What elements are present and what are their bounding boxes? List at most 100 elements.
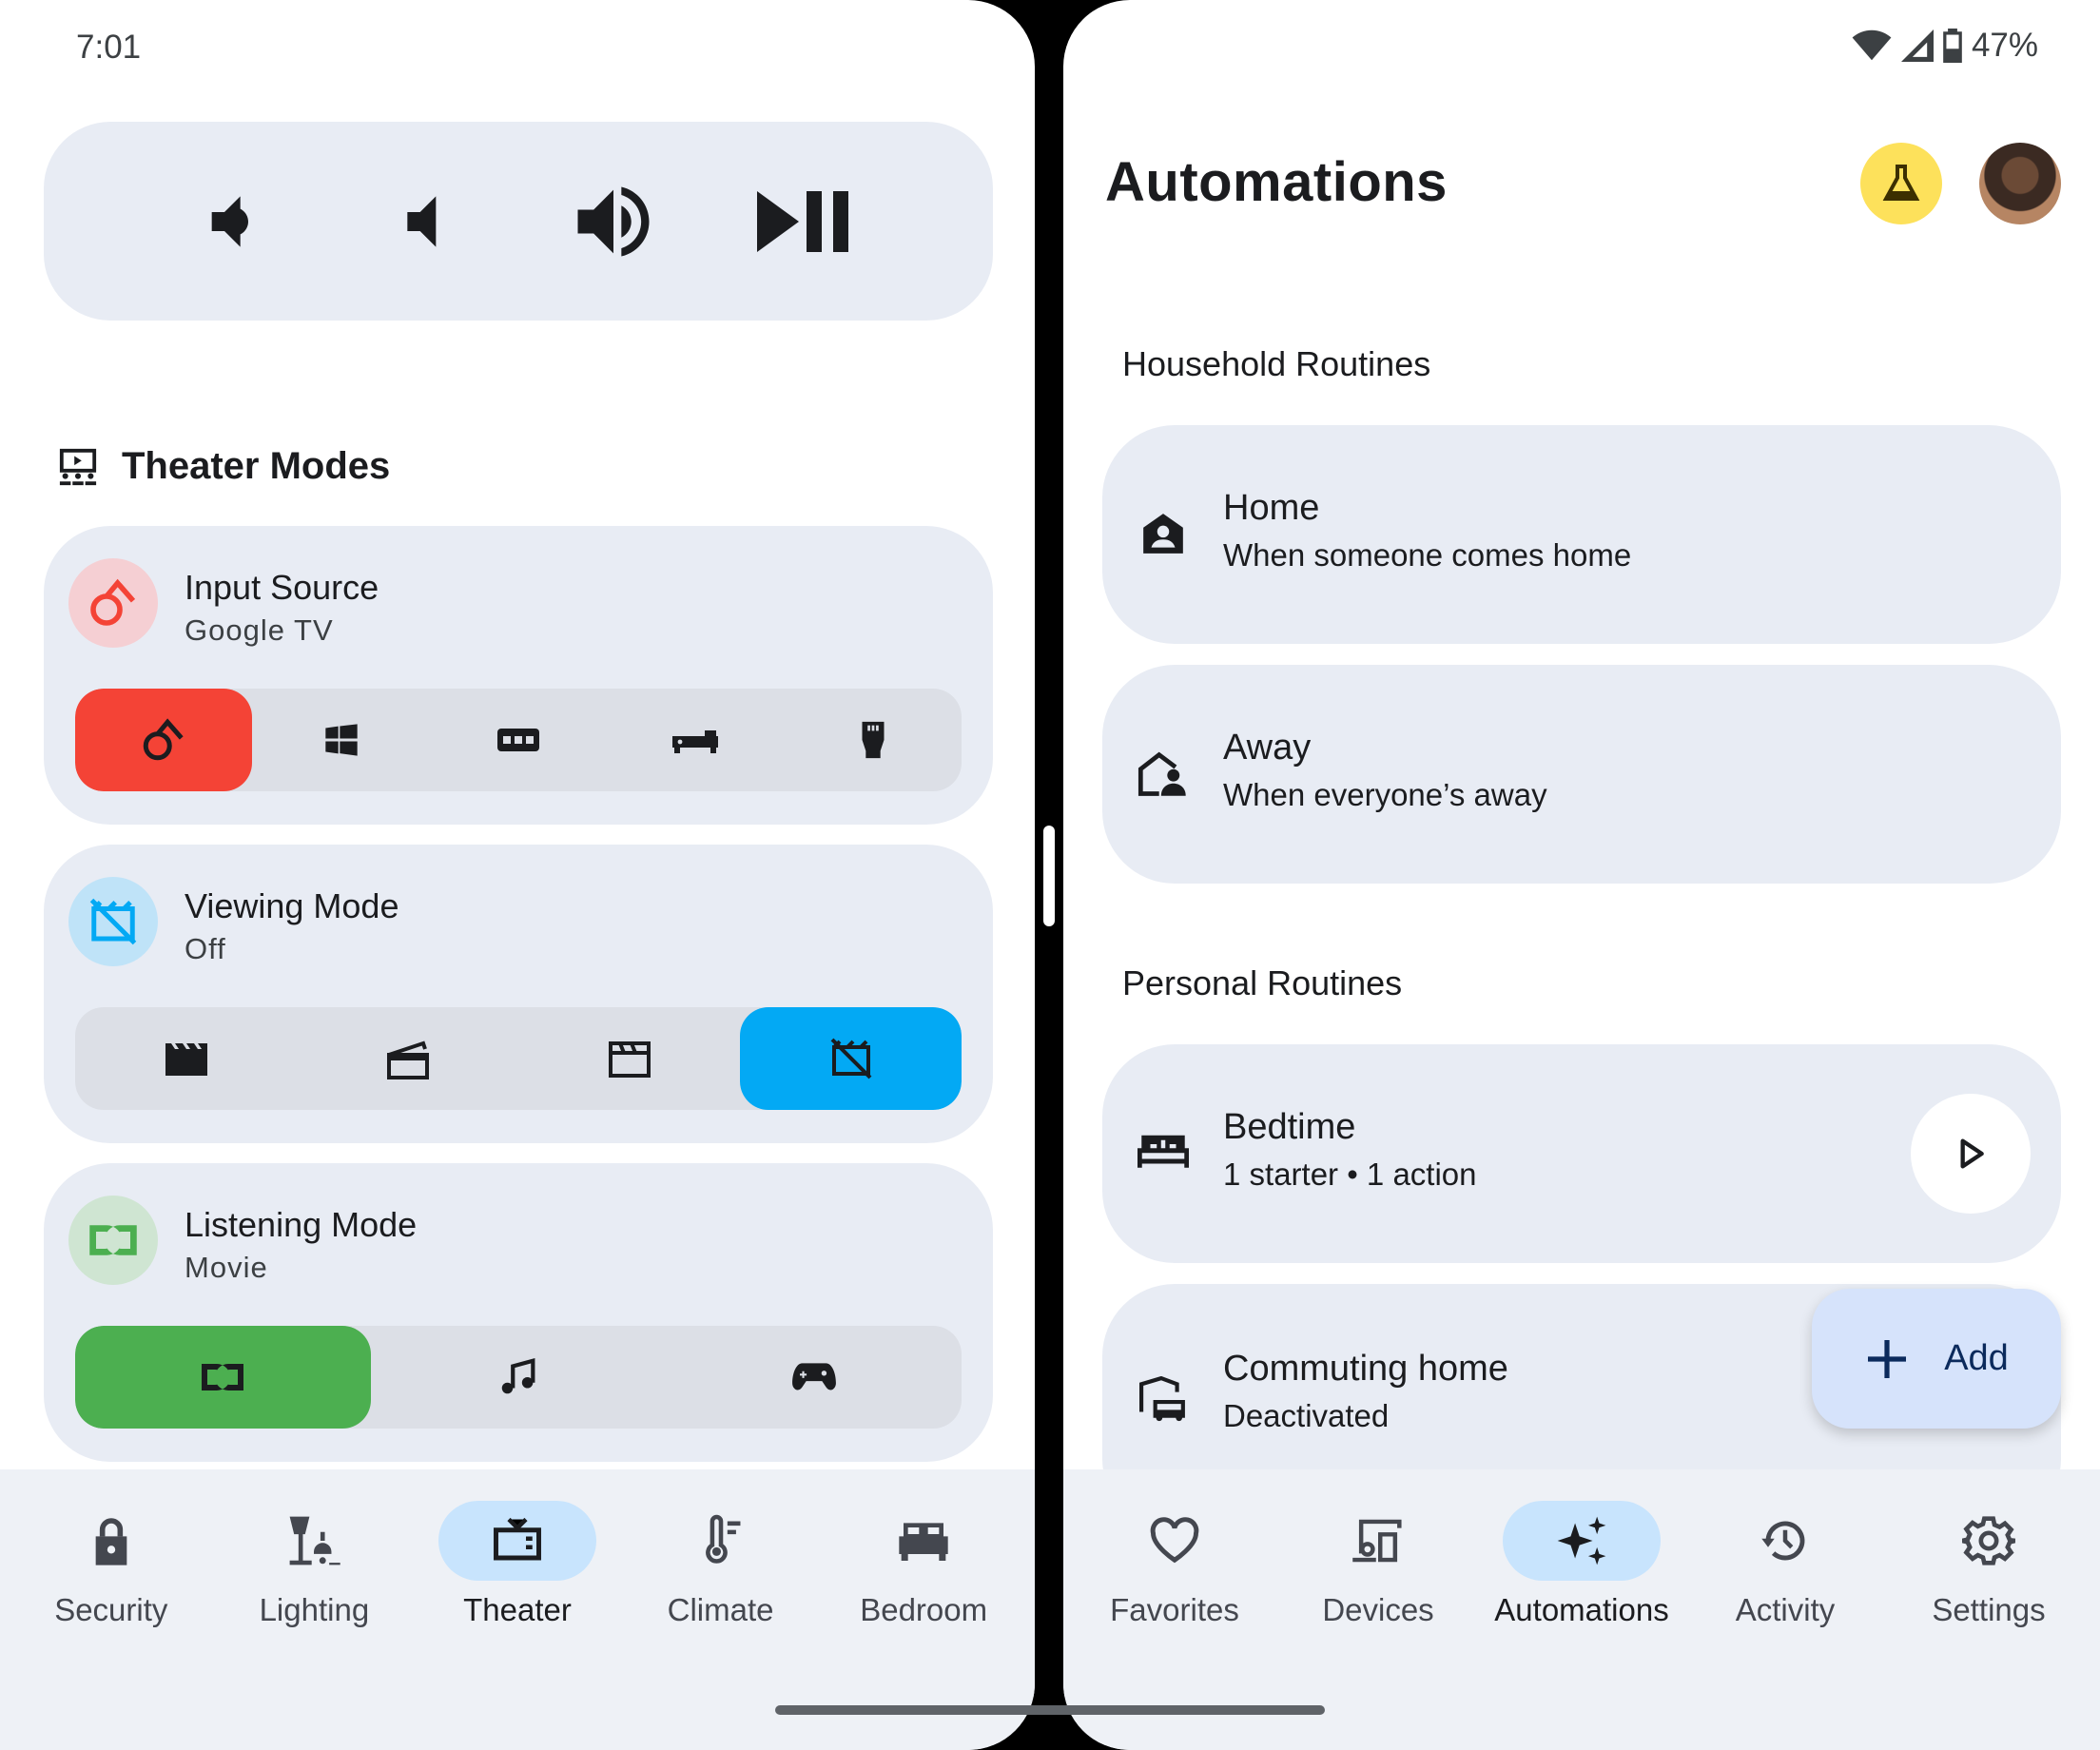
routine-subtitle: When everyone’s away xyxy=(1223,777,1547,812)
viewing-mode-selector xyxy=(75,1007,962,1110)
viewing-movie-option[interactable] xyxy=(75,1007,297,1110)
page-title: Automations xyxy=(1105,151,1448,213)
household-routines-title: Household Routines xyxy=(1122,344,1431,383)
nav-theater[interactable]: Theater xyxy=(422,1469,612,1660)
history-icon xyxy=(1761,1521,1805,1561)
nav-favorites[interactable]: Favorites xyxy=(1079,1469,1270,1660)
mute-button[interactable] xyxy=(371,169,476,274)
routine-title: Commuting home xyxy=(1223,1349,1508,1389)
nav-pill xyxy=(235,1501,393,1581)
lock-icon xyxy=(95,1518,127,1565)
hdmi-icon xyxy=(862,721,885,759)
run-routine-button[interactable] xyxy=(1911,1094,2031,1214)
devices-icon xyxy=(1352,1519,1402,1563)
listening-dolby-option[interactable] xyxy=(75,1326,371,1429)
music-note-icon xyxy=(501,1357,535,1394)
viewing-mode-icon-badge xyxy=(68,877,158,966)
listening-music-option[interactable] xyxy=(371,1326,667,1429)
add-routine-button[interactable]: Add xyxy=(1812,1289,2061,1429)
nav-pill xyxy=(642,1501,800,1581)
nav-devices[interactable]: Devices xyxy=(1283,1469,1473,1660)
nav-pill xyxy=(32,1501,190,1581)
nav-label: Devices xyxy=(1322,1592,1434,1627)
bed-icon xyxy=(899,1523,948,1561)
nav-label: Security xyxy=(54,1592,168,1627)
nav-label: Bedroom xyxy=(860,1592,988,1627)
viewing-movie-open-option[interactable] xyxy=(297,1007,518,1110)
nav-bedroom[interactable]: Bedroom xyxy=(828,1469,1019,1660)
input-source-selector xyxy=(75,689,962,791)
dolby-icon xyxy=(89,1225,137,1255)
viewing-movie-off-option[interactable] xyxy=(740,1007,962,1110)
routine-home[interactable]: Home When someone comes home xyxy=(1102,425,2061,644)
nav-label: Settings xyxy=(1932,1592,2046,1627)
battery-icon xyxy=(1943,29,1962,63)
home-person-icon xyxy=(1137,507,1190,560)
commute-icon xyxy=(1137,1373,1190,1427)
receiver-icon xyxy=(672,730,719,753)
theater-modes-header: Theater Modes xyxy=(55,445,390,488)
nav-security[interactable]: Security xyxy=(16,1469,206,1660)
heart-icon xyxy=(1150,1517,1199,1564)
input-google-tv-option[interactable] xyxy=(75,689,253,791)
input-vcr-option[interactable] xyxy=(430,689,607,791)
routine-subtitle: Deactivated xyxy=(1223,1398,1390,1433)
nav-label: Automations xyxy=(1494,1592,1669,1627)
routine-away[interactable]: Away When everyone’s away xyxy=(1102,665,2061,884)
nav-climate[interactable]: Climate xyxy=(626,1469,816,1660)
routine-subtitle: 1 starter • 1 action xyxy=(1223,1157,1477,1192)
lamp-icon xyxy=(290,1516,341,1565)
nav-pill xyxy=(845,1501,1002,1581)
listening-gaming-option[interactable] xyxy=(666,1326,962,1429)
nav-activity[interactable]: Activity xyxy=(1690,1469,1880,1660)
gear-icon xyxy=(1962,1516,2015,1565)
nav-label: Favorites xyxy=(1110,1592,1239,1627)
listening-mode-value: Movie xyxy=(185,1251,268,1284)
volume-mute-icon xyxy=(407,195,437,247)
labs-button[interactable] xyxy=(1860,143,1942,224)
nav-automations[interactable]: Automations xyxy=(1487,1469,1677,1660)
input-hdmi-option[interactable] xyxy=(785,689,962,791)
input-windows-option[interactable] xyxy=(252,689,429,791)
vcr-icon xyxy=(497,729,540,751)
signal-icon xyxy=(1900,29,1934,62)
volume-down-icon xyxy=(211,195,248,247)
input-receiver-option[interactable] xyxy=(607,689,784,791)
wifi-icon xyxy=(1852,29,1892,61)
input-source-card: Input Source Google TV xyxy=(44,526,993,825)
nav-lighting[interactable]: Lighting xyxy=(219,1469,409,1660)
viewing-mode-title: Viewing Mode xyxy=(185,886,399,925)
input-source-title: Input Source xyxy=(185,568,379,607)
movie-off-icon xyxy=(830,1038,871,1079)
play-icon xyxy=(1960,1138,1984,1169)
nav-settings[interactable]: Settings xyxy=(1894,1469,2084,1660)
routine-title: Home xyxy=(1223,488,1320,528)
google-tv-icon xyxy=(90,578,136,626)
gesture-navigation-bar[interactable] xyxy=(775,1705,1325,1715)
listening-mode-title: Listening Mode xyxy=(185,1205,418,1244)
right-pane: 47% Automations Household Routines Home … xyxy=(1063,0,2100,1750)
battery-percent: 47% xyxy=(1971,27,2038,64)
routine-subtitle: When someone comes home xyxy=(1223,537,1632,573)
nav-label: Theater xyxy=(463,1592,572,1627)
tv-icon xyxy=(494,1517,541,1561)
avatar[interactable] xyxy=(1979,143,2061,224)
hinge-drag-handle[interactable] xyxy=(1043,826,1055,926)
play-pause-icon xyxy=(757,190,849,252)
play-pause-button[interactable] xyxy=(750,169,855,274)
viewing-movie-outline-option[interactable] xyxy=(518,1007,740,1110)
listening-mode-card: Listening Mode Movie xyxy=(44,1163,993,1462)
volume-down-button[interactable] xyxy=(182,169,286,274)
away-icon xyxy=(1137,747,1190,800)
nav-pill xyxy=(1706,1501,1864,1581)
movie-icon xyxy=(165,1043,207,1076)
routine-bedtime[interactable]: Bedtime 1 starter • 1 action xyxy=(1102,1044,2061,1263)
movie-outline-icon xyxy=(608,1041,651,1078)
nav-pill-active xyxy=(1503,1501,1661,1581)
nav-pill-active xyxy=(438,1501,596,1581)
status-icons: 47% xyxy=(1852,27,2038,65)
movie-open-icon xyxy=(386,1040,429,1079)
volume-up-button[interactable] xyxy=(561,169,666,274)
nav-pill xyxy=(1096,1501,1254,1581)
nav-label: Activity xyxy=(1735,1592,1836,1627)
